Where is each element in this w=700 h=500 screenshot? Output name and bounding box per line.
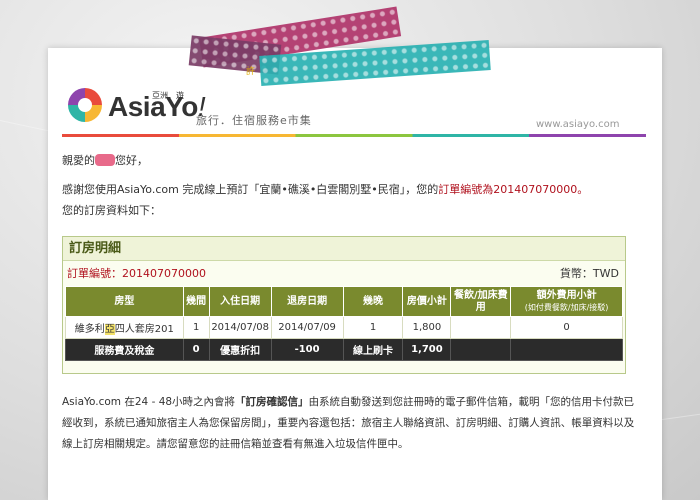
fee-label: 服務費及稅金 [65, 338, 184, 361]
booking-table: 房型 幾間 入住日期 退房日期 幾晚 房價小計 餐飲/加床費用 額外費用小計 (如… [65, 286, 623, 361]
price-cell: 1,800 [402, 316, 452, 339]
discount-label: 優惠折扣 [208, 338, 272, 361]
highlighted-char: 亞 [104, 324, 115, 335]
brand-subtitle: 亞洲．遊 [152, 91, 184, 100]
summary-row: 服務費及稅金 0 優惠折扣 -100 線上刷卡 1,700 [65, 338, 623, 361]
room-type-cell: 維多利亞四人套房201 [65, 316, 184, 339]
col-nights: 幾晚 [342, 286, 404, 317]
col-room-type: 房型 [65, 286, 184, 317]
site-url-link[interactable]: www.asiayo.com [536, 119, 619, 130]
redacted-name-mark [95, 154, 115, 166]
col-meal: 餐飲/加床費用 [450, 286, 512, 317]
summary-empty [510, 338, 623, 361]
greeting: 親愛的 您好， [62, 152, 148, 168]
notice-text-1: AsiaYo.com 在24 - 48小時之內會將 [62, 396, 236, 408]
intro-order-number: 訂單編號為201407070000 [438, 183, 578, 196]
intro-line-2: 您的訂房資料如下： [62, 204, 161, 217]
col-checkin: 入住日期 [208, 286, 272, 317]
booking-details-title: 訂房明細 [63, 237, 625, 261]
fee-value: 0 [182, 338, 210, 361]
table-header-row: 房型 幾間 入住日期 退房日期 幾晚 房價小計 餐飲/加床費用 額外費用小計 (如… [65, 286, 623, 317]
tape-text: 許 [246, 67, 256, 77]
table-row: 維多利亞四人套房201 1 2014/07/08 2014/07/09 1 1,… [65, 316, 623, 339]
intro-text: 感謝您使用AsiaYo.com 完成線上預訂「宜蘭•礁溪•白雲閣別墅•民宿」，您… [62, 183, 439, 196]
checkin-cell: 2014/07/08 [208, 316, 272, 339]
col-price: 房價小計 [402, 286, 452, 317]
nights-cell: 1 [342, 316, 404, 339]
col-extra-label: 額外費用小計 [536, 289, 597, 301]
booking-details-box: 訂房明細 訂單編號：201407070000 貨幣：TWD 房型 幾間 入住日期… [62, 236, 626, 374]
col-extra: 額外費用小計 (如付費餐飲/加床/接駁) [510, 286, 623, 317]
greeting-prefix: 親愛的 [62, 154, 95, 167]
payment-value: 1,700 [402, 338, 452, 361]
confirmation-notice: AsiaYo.com 在24 - 48小時之內會將「訂房確認信」由系統自動發送到… [62, 392, 642, 455]
brand-color-bar [62, 134, 646, 137]
asiayo-logo-icon [68, 88, 102, 122]
checkout-cell: 2014/07/09 [270, 316, 344, 339]
meal-cell [450, 316, 512, 339]
greeting-suffix: 您好， [115, 154, 148, 167]
discount-value: -100 [270, 338, 344, 361]
payment-label: 線上刷卡 [342, 338, 404, 361]
rooms-cell: 1 [182, 316, 210, 339]
extra-cell: 0 [510, 316, 623, 339]
brand-tagline: 旅行．住宿服務e市集 [196, 114, 312, 127]
col-rooms: 幾間 [182, 286, 210, 317]
notice-bold: 「訂房確認信」 [235, 396, 309, 408]
intro-end-punct: 。 [577, 183, 589, 196]
currency: 貨幣：TWD [559, 267, 619, 280]
asiayo-logo[interactable]: AsiaYo! [68, 88, 206, 122]
col-extra-note: (如付費餐飲/加床/接駁) [524, 302, 609, 312]
order-number: 訂單編號：201407070000 [67, 267, 206, 280]
order-info-row: 訂單編號：201407070000 貨幣：TWD [63, 265, 625, 281]
col-checkout: 退房日期 [270, 286, 344, 317]
summary-empty [450, 338, 512, 361]
intro-line-1: 感謝您使用AsiaYo.com 完成線上預訂「宜蘭•礁溪•白雲閣別墅•民宿」，您… [62, 181, 588, 197]
